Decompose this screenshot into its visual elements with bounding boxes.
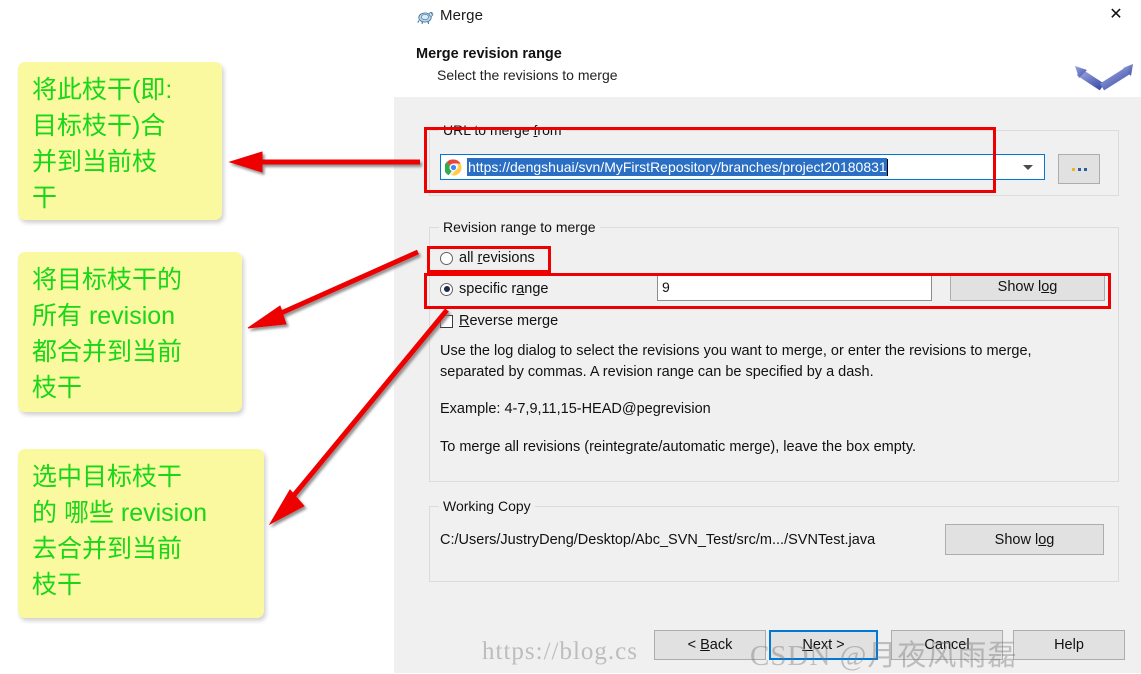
- next-button[interactable]: Next >: [769, 630, 878, 660]
- revision-group-legend: Revision range to merge: [439, 219, 600, 235]
- back-button[interactable]: < Back: [654, 630, 766, 660]
- dialog-footer: < Back Next > Cancel Help: [394, 616, 1141, 673]
- radio-indicator[interactable]: [440, 282, 453, 296]
- ellipsis-icon: [1071, 167, 1087, 171]
- url-group: URL to merge from https://dengshuai/svn/…: [429, 122, 1119, 196]
- chevron-down-icon[interactable]: [1023, 164, 1033, 170]
- checkbox-reverse-merge[interactable]: Reverse merge: [440, 313, 558, 329]
- show-log-working-copy-label: Show log: [994, 531, 1055, 548]
- dialog-header: Merge revision range Select the revision…: [394, 36, 1141, 124]
- show-log-revisions-button[interactable]: Show log: [950, 273, 1105, 301]
- annotation-note-3: 选中目标枝干 的 哪些 revision 去合并到当前 枝干: [18, 449, 264, 618]
- radio-all-revisions[interactable]: all revisions: [440, 250, 535, 266]
- note-1-line-1: 将此枝干(即:: [32, 76, 173, 104]
- show-log-working-copy-button[interactable]: Show log: [945, 524, 1104, 555]
- help-button-label: Help: [1054, 637, 1084, 653]
- browse-button[interactable]: [1058, 154, 1100, 184]
- title-bar: Merge ✕: [394, 0, 1141, 36]
- help-button[interactable]: Help: [1013, 630, 1125, 660]
- revision-help-text-2: Example: 4-7,9,11,15-HEAD@pegrevision: [440, 401, 711, 417]
- radio-specific-range-label: specific range: [459, 281, 549, 297]
- radio-specific-range[interactable]: specific range: [440, 281, 549, 297]
- working-copy-group: Working Copy C:/Users/JustryDeng/Desktop…: [429, 498, 1119, 582]
- note-2-line-1: 将目标枝干的: [32, 266, 183, 294]
- show-log-revisions-label: Show log: [997, 279, 1058, 295]
- note-1-line-4: 干: [32, 184, 58, 212]
- note-2-line-4: 枝干: [32, 374, 83, 402]
- annotation-note-1: 将此枝干(即: 目标枝干)合 并到当前枝 干: [18, 62, 222, 220]
- note-3-line-1: 选中目标枝干: [32, 463, 183, 491]
- working-copy-path: C:/Users/JustryDeng/Desktop/Abc_SVN_Test…: [440, 532, 876, 548]
- cancel-button-label: Cancel: [924, 637, 970, 653]
- note-3-line-4: 枝干: [32, 571, 83, 599]
- revision-range-group: Revision range to merge all revisions sp…: [429, 219, 1119, 482]
- note-1-line-3: 并到当前枝: [32, 148, 158, 176]
- revision-range-input[interactable]: 9: [657, 274, 932, 301]
- chrome-browser-icon: [445, 158, 462, 176]
- tortoisesvn-turtle-icon: [417, 12, 434, 25]
- revision-help-text-1: Use the log dialog to select the revisio…: [440, 343, 1032, 380]
- back-button-label: < Back: [687, 637, 733, 653]
- checkbox-reverse-merge-label: Reverse merge: [459, 313, 559, 329]
- note-1-line-2: 目标枝干)合: [32, 112, 166, 140]
- url-combobox[interactable]: https://dengshuai/svn/MyFirstRepository/…: [440, 154, 1045, 180]
- note-2-line-3: 都合并到当前: [32, 338, 183, 366]
- dialog-body: URL to merge from https://dengshuai/svn/…: [394, 97, 1141, 617]
- window-title: Merge: [440, 7, 484, 24]
- page-subtitle: Select the revisions to merge: [437, 67, 618, 83]
- note-3-line-3: 去合并到当前: [32, 535, 183, 563]
- close-icon[interactable]: ✕: [1093, 0, 1139, 30]
- merge-dialog: Merge ✕ Merge revision range Select the …: [394, 0, 1141, 673]
- url-input-value[interactable]: https://dengshuai/svn/MyFirstRepository/…: [467, 158, 887, 176]
- checkbox-indicator[interactable]: [440, 314, 453, 328]
- working-copy-group-legend: Working Copy: [439, 498, 535, 514]
- radio-indicator[interactable]: [440, 251, 453, 265]
- page-title: Merge revision range: [416, 46, 562, 62]
- radio-all-revisions-label: all revisions: [459, 250, 535, 266]
- annotation-note-2: 将目标枝干的 所有 revision 都合并到当前 枝干: [18, 252, 242, 412]
- note-3-line-2: 的 哪些 revision: [32, 499, 208, 527]
- cancel-button[interactable]: Cancel: [891, 630, 1003, 660]
- note-2-line-2: 所有 revision: [32, 302, 176, 330]
- next-button-label: Next >: [802, 637, 845, 653]
- url-group-legend: URL to merge from: [439, 122, 566, 138]
- revision-help-text-3: To merge all revisions (reintegrate/auto…: [440, 439, 917, 455]
- text-caret: [886, 158, 888, 176]
